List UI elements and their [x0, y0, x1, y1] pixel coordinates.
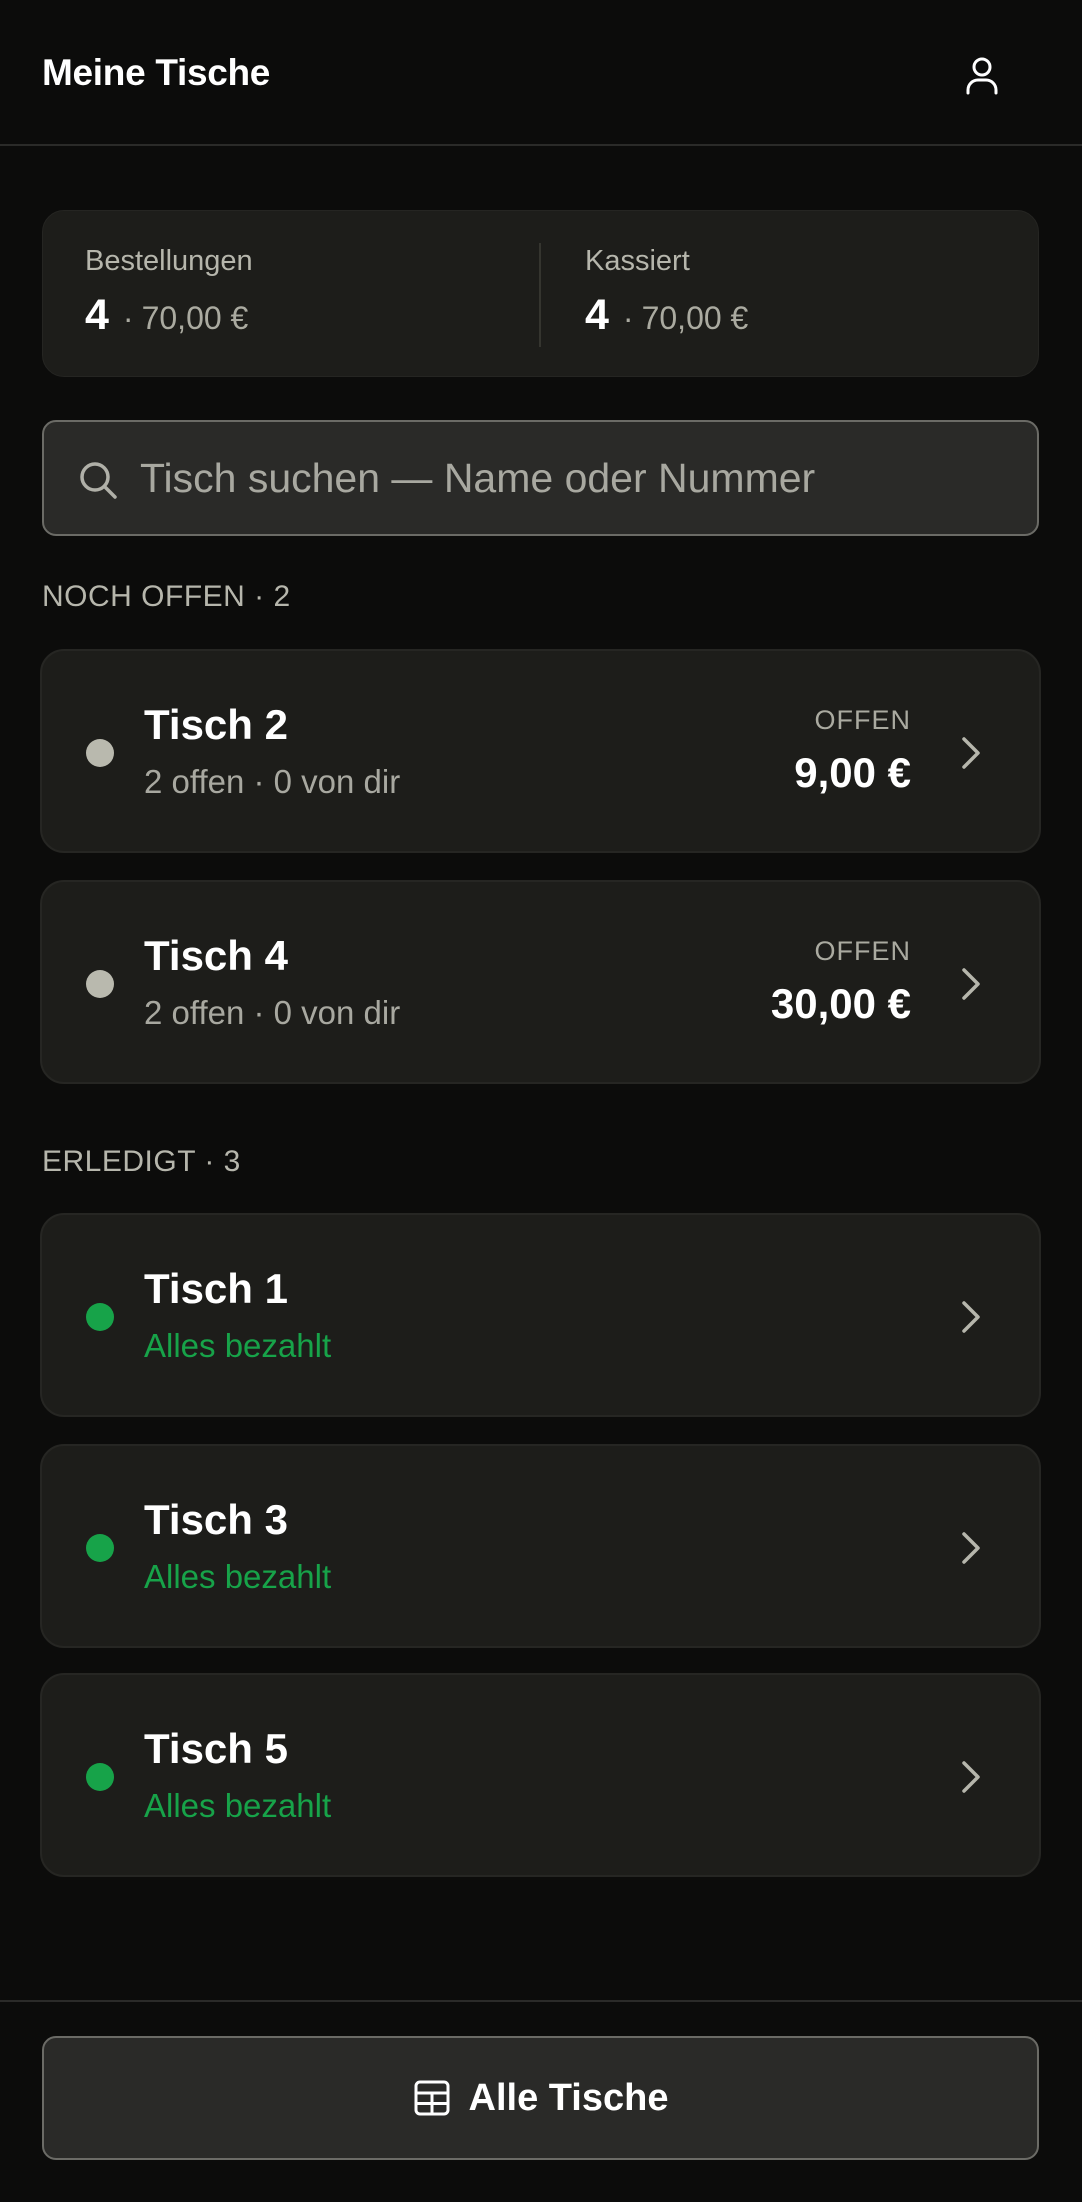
table-subtitle: Alles bezahlt — [144, 1787, 332, 1824]
table-name: Tisch 4 — [144, 932, 288, 979]
section-title-open: NOCH OFFEN · 2 — [42, 580, 291, 613]
all-tables-label: Alle Tische — [468, 2076, 669, 2119]
chevron-right-icon — [962, 1532, 980, 1564]
summary-collected-values: 4 · 70,00 € — [585, 291, 748, 340]
table-card-tisch-3[interactable]: Tisch 3 Alles bezahlt — [40, 1444, 1041, 1648]
summary-collected-amount: 70,00 € — [641, 300, 749, 336]
search-box[interactable] — [42, 420, 1039, 536]
table-card-tisch-1[interactable]: Tisch 1 Alles bezahlt — [40, 1213, 1041, 1417]
table-name: Tisch 3 — [144, 1496, 288, 1543]
table-subtitle: 2 offen · 0 von dir — [144, 994, 401, 1031]
summary-card: Bestellungen 4 · 70,00 € Kassiert 4 · 70… — [42, 210, 1039, 377]
summary-orders-separator: · — [122, 300, 134, 336]
summary-orders-label: Bestellungen — [85, 245, 253, 277]
summary-orders: Bestellungen 4 · 70,00 € — [43, 211, 523, 378]
table-amount: 9,00 € — [794, 749, 911, 796]
search-icon — [80, 462, 117, 499]
all-tables-button[interactable]: Alle Tische — [42, 2036, 1039, 2160]
summary-orders-values: 4 · 70,00 € — [85, 291, 248, 340]
table-name: Tisch 2 — [144, 701, 288, 748]
status-dot-open — [86, 970, 114, 998]
user-icon — [966, 57, 998, 95]
status-dot-paid — [86, 1763, 114, 1791]
app-root: Meine Tische Bestellungen 4 · 70,00 € Ka… — [0, 0, 1082, 2202]
profile-button[interactable] — [952, 46, 1012, 106]
summary-divider — [539, 243, 541, 347]
table-subtitle: 2 offen · 0 von dir — [144, 763, 401, 800]
status-dot-open — [86, 739, 114, 767]
chevron-right-icon — [962, 968, 980, 1000]
status-dot-paid — [86, 1534, 114, 1562]
page-title: Meine Tische — [42, 52, 271, 93]
summary-collected-label: Kassiert — [585, 245, 690, 277]
summary-orders-amount: 70,00 € — [141, 300, 249, 336]
bottom-bar: Alle Tische — [0, 2000, 1082, 2202]
search-input[interactable] — [140, 422, 1010, 534]
chevron-right-icon — [962, 1761, 980, 1793]
table-card-tisch-4[interactable]: Tisch 4 2 offen · 0 von dir OFFEN 30,00 … — [40, 880, 1041, 1084]
summary-orders-count: 4 — [85, 291, 109, 339]
table-amount: 30,00 € — [770, 980, 911, 1027]
table-subtitle: Alles bezahlt — [144, 1327, 332, 1364]
chevron-right-icon — [962, 1301, 980, 1333]
summary-collected-count: 4 — [585, 291, 609, 339]
section-title-done: ERLEDIGT · 3 — [42, 1145, 241, 1178]
status-badge: OFFEN — [814, 705, 911, 735]
status-badge: OFFEN — [814, 936, 911, 966]
table-name: Tisch 1 — [144, 1265, 288, 1312]
table-card-tisch-2[interactable]: Tisch 2 2 offen · 0 von dir OFFEN 9,00 € — [40, 649, 1041, 853]
top-header: Meine Tische — [0, 0, 1082, 146]
table-card-tisch-5[interactable]: Tisch 5 Alles bezahlt — [40, 1673, 1041, 1877]
status-dot-paid — [86, 1303, 114, 1331]
summary-collected: Kassiert 4 · 70,00 € — [543, 211, 1023, 378]
table-subtitle: Alles bezahlt — [144, 1558, 332, 1595]
chevron-right-icon — [962, 737, 980, 769]
table-name: Tisch 5 — [144, 1725, 288, 1772]
table-grid-icon — [414, 2080, 450, 2116]
summary-collected-separator: · — [622, 300, 634, 336]
